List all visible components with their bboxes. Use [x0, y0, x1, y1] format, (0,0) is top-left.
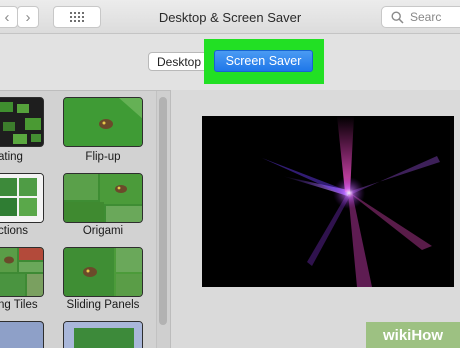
tab-desktop[interactable]: Desktop: [148, 52, 210, 71]
screen-saver-thumbnail[interactable]: [0, 173, 44, 223]
chevron-left-icon: ‹: [4, 8, 10, 26]
show-all-button[interactable]: [53, 6, 101, 28]
title-bar: ‹ › Desktop & Screen Saver: [0, 0, 460, 34]
screen-saver-label: ctions: [0, 225, 29, 237]
reflections-preview-image: [0, 174, 43, 222]
floating-preview-image: [0, 98, 43, 146]
screen-saver-label: Sliding Panels: [66, 299, 140, 311]
screen-saver-thumbnail[interactable]: [0, 321, 44, 348]
shifting-tiles-preview-image: [0, 248, 43, 296]
screen-saver-thumbnail[interactable]: [0, 247, 44, 297]
chevron-right-icon: ›: [25, 8, 31, 26]
window-title: Desktop & Screen Saver: [158, 10, 302, 25]
scrollbar-thumb[interactable]: [159, 97, 167, 325]
search-field[interactable]: [381, 6, 460, 28]
search-icon: [391, 11, 404, 24]
forward-button[interactable]: ›: [17, 6, 39, 28]
screen-saver-label: Flip-up: [85, 151, 121, 163]
screen-saver-preview: [202, 116, 454, 287]
back-button[interactable]: ‹: [0, 6, 18, 28]
screen-saver-label: Origami: [82, 225, 124, 237]
screen-saver-label: ating: [0, 151, 23, 163]
light-streaks-graphic: [202, 116, 454, 287]
flip-up-preview-image: [64, 98, 142, 146]
screen-saver-label: ng Tiles: [0, 299, 38, 311]
search-input[interactable]: [410, 9, 460, 25]
sliding-panels-preview-image: [64, 248, 142, 296]
watermark: wikiHow: [366, 322, 460, 348]
screen-saver-list[interactable]: ating Flip-up ctions Origami ng Tiles Sl…: [0, 90, 170, 348]
screen-saver-thumbnail[interactable]: [63, 173, 143, 223]
origami-preview-image: [64, 174, 142, 222]
grid-icon: [70, 12, 84, 22]
tab-screen-saver[interactable]: Screen Saver: [214, 50, 313, 72]
tab-bar: Desktop Screen Saver: [0, 34, 460, 90]
screen-saver-thumbnail[interactable]: [63, 247, 143, 297]
next-preview-image: [64, 322, 142, 348]
screen-saver-thumbnail[interactable]: [63, 97, 143, 147]
screen-saver-thumbnail[interactable]: [0, 97, 44, 147]
screen-saver-thumbnail[interactable]: [63, 321, 143, 348]
